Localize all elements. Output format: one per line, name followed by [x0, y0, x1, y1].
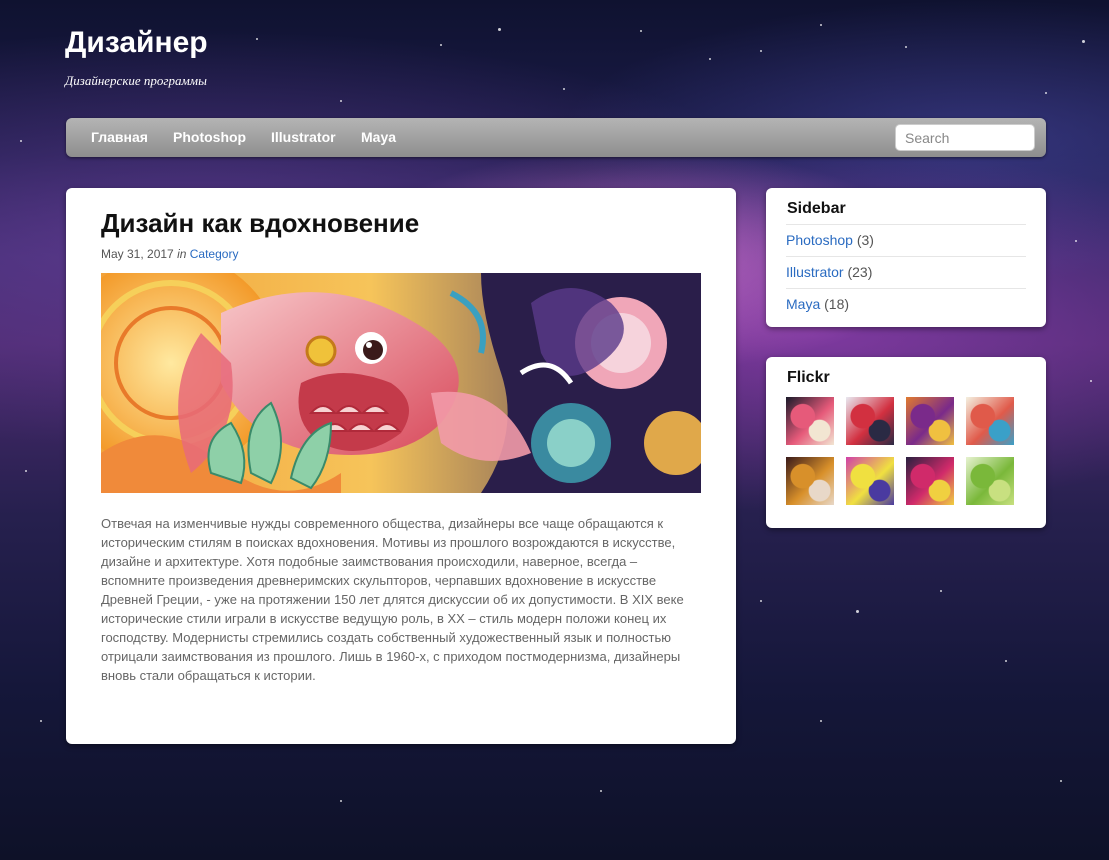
- post-title[interactable]: Дизайн как вдохновение: [101, 208, 419, 239]
- flickr-thumb-6[interactable]: [846, 457, 894, 505]
- sidebar-count: (3): [856, 232, 874, 248]
- sidebar-link-maya[interactable]: Maya: [786, 296, 820, 312]
- main-navigation: Главная Photoshop Illustrator Maya: [66, 118, 1046, 157]
- post-category-link[interactable]: Category: [190, 247, 239, 261]
- sidebar-title: Sidebar: [787, 200, 846, 217]
- sidebar-widget: Sidebar Photoshop (3) Illustrator (23) M…: [766, 188, 1046, 327]
- flickr-thumb-2[interactable]: [846, 397, 894, 445]
- flickr-widget: Flickr: [766, 357, 1046, 528]
- flickr-thumb-5[interactable]: [786, 457, 834, 505]
- search-input[interactable]: [895, 124, 1035, 151]
- sidebar-category-list: Photoshop (3) Illustrator (23) Maya (18): [786, 224, 1026, 320]
- nav-item-photoshop[interactable]: Photoshop: [173, 118, 246, 157]
- list-item: Photoshop (3): [786, 224, 1026, 256]
- site-title[interactable]: Дизайнер: [65, 26, 208, 60]
- sidebar-link-illustrator[interactable]: Illustrator: [786, 264, 844, 280]
- post-meta: May 31, 2017 in Category: [101, 247, 238, 261]
- nav-item-maya[interactable]: Maya: [361, 118, 396, 157]
- flickr-title: Flickr: [787, 369, 830, 386]
- flickr-thumb-1[interactable]: [786, 397, 834, 445]
- list-item: Illustrator (23): [786, 256, 1026, 288]
- flickr-thumb-4[interactable]: [966, 397, 1014, 445]
- post-featured-image: [101, 273, 701, 493]
- list-item: Maya (18): [786, 288, 1026, 320]
- flickr-thumb-7[interactable]: [906, 457, 954, 505]
- post-date: May 31, 2017: [101, 247, 174, 261]
- flickr-thumb-8[interactable]: [966, 457, 1014, 505]
- sidebar-link-photoshop[interactable]: Photoshop: [786, 232, 853, 248]
- flickr-thumb-3[interactable]: [906, 397, 954, 445]
- sidebar-count: (18): [824, 296, 850, 312]
- post-panel: Дизайн как вдохновение May 31, 2017 in C…: [66, 188, 736, 744]
- nav-item-home[interactable]: Главная: [91, 118, 148, 157]
- site-description: Дизайнерские программы: [65, 73, 207, 88]
- nav-item-illustrator[interactable]: Illustrator: [271, 118, 336, 157]
- sidebar-count: (23): [847, 264, 873, 280]
- post-body: Отвечая на изменчивые нужды современного…: [101, 516, 684, 683]
- post-in-label: in: [177, 247, 187, 261]
